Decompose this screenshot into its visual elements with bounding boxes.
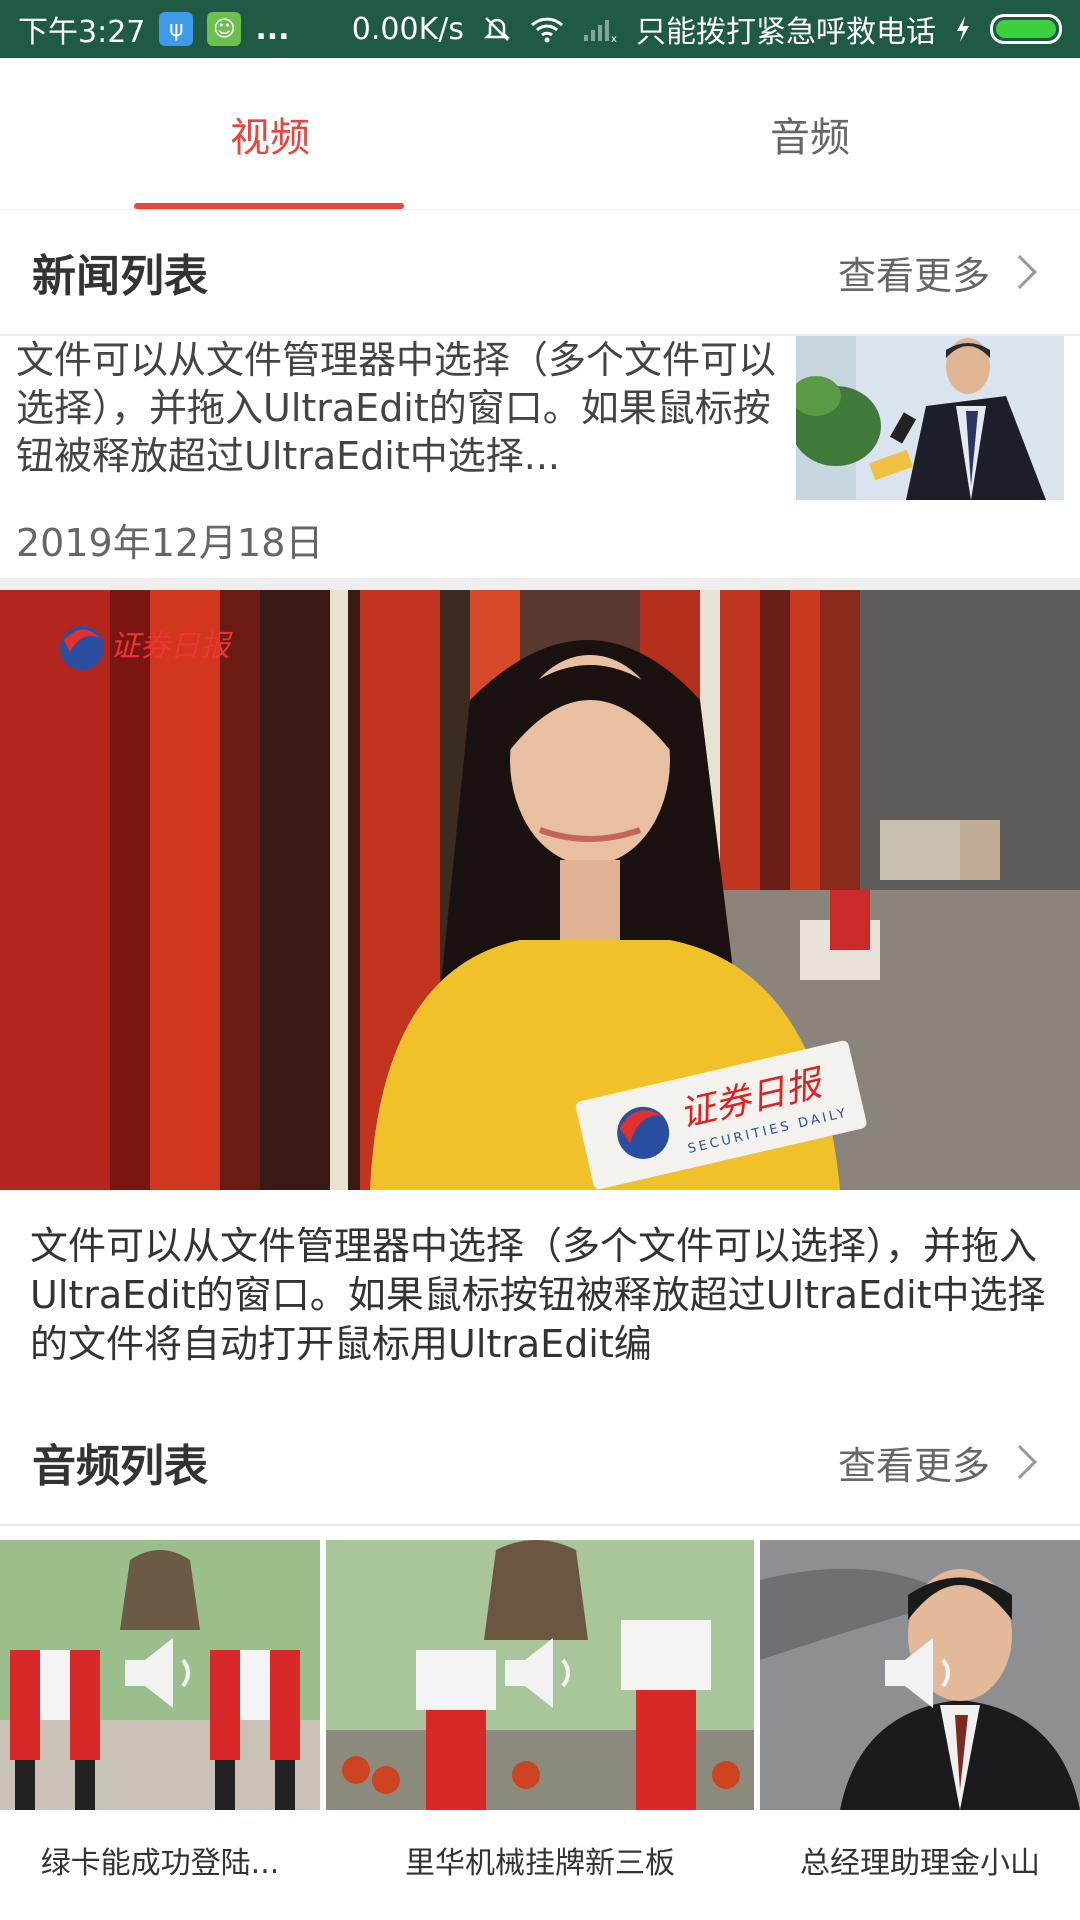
audio-card-1[interactable] <box>0 1540 320 1810</box>
speaker-icon <box>495 1628 585 1722</box>
audio-section-title: 音频列表 <box>32 1441 208 1492</box>
tab-video-label: 视频 <box>230 114 310 161</box>
news-item-thumbnail <box>796 336 1064 500</box>
audio-card-3[interactable] <box>760 1540 1080 1810</box>
video-description: 文件可以从文件管理器中选择（多个文件可以选择），并拖入UltraEdit的窗口。… <box>30 1224 1046 1366</box>
mute-icon <box>482 14 512 44</box>
svg-text:x: x <box>611 34 617 43</box>
status-time: 下午3:27 <box>18 15 146 50</box>
video-logo-text: 证券日报 <box>110 629 233 664</box>
news-section-header: 新闻列表 查看更多 <box>0 210 1080 336</box>
chevron-right-icon <box>1003 1445 1037 1479</box>
speaker-icon <box>115 1628 205 1722</box>
speaker-icon <box>875 1628 965 1722</box>
wifi-icon <box>530 15 564 43</box>
featured-video[interactable]: 证券日报 证券日报 SECURITIES DAILY <box>0 590 1080 1190</box>
audio-section-header: 音频列表 查看更多 <box>0 1400 1080 1526</box>
tab-bar: 视频 音频 <box>0 58 1080 210</box>
usb-icon: ψ <box>159 12 194 46</box>
news-item-date: 2019年12月18日 <box>16 521 324 565</box>
audio-card-3-title: 总经理助理金小山 <box>800 1846 1040 1881</box>
audio-card-2[interactable] <box>326 1540 754 1810</box>
audio-more-label: 查看更多 <box>837 1443 990 1488</box>
news-list-item[interactable]: 文件可以从文件管理器中选择（多个文件可以选择），并拖入UltraEdit的窗口。… <box>0 336 1080 578</box>
chevron-right-icon <box>1003 255 1037 289</box>
audio-card-2-title: 里华机械挂牌新三板 <box>405 1846 675 1881</box>
news-more-label: 查看更多 <box>837 253 990 298</box>
charging-icon <box>954 14 972 44</box>
tab-active-indicator <box>134 203 404 209</box>
tab-audio-label: 音频 <box>770 114 850 161</box>
news-more-button[interactable]: 查看更多 <box>838 245 1048 300</box>
news-section-title: 新闻列表 <box>32 251 208 302</box>
audio-card-1-title: 绿卡能成功登陆... <box>40 1846 280 1881</box>
network-speed: 0.00K/s <box>351 11 464 47</box>
signal-icon: x <box>582 15 618 43</box>
tab-audio[interactable]: 音频 <box>540 58 1080 209</box>
audio-more-button[interactable]: 查看更多 <box>838 1435 1048 1490</box>
android-icon: ☺ <box>207 12 242 46</box>
battery-icon <box>990 14 1062 44</box>
more-notifications: ... <box>255 11 290 47</box>
carrier-text: 只能拨打紧急呼救电话 <box>636 15 936 50</box>
tab-video[interactable]: 视频 <box>0 58 540 209</box>
audio-list <box>0 1540 1080 1810</box>
news-item-text: 文件可以从文件管理器中选择（多个文件可以选择），并拖入UltraEdit的窗口。… <box>16 338 776 478</box>
status-bar: 下午3:27 ψ ☺ ... 0.00K/s x 只能拨打紧急呼救电话 <box>0 0 1080 58</box>
section-divider <box>0 578 1080 590</box>
